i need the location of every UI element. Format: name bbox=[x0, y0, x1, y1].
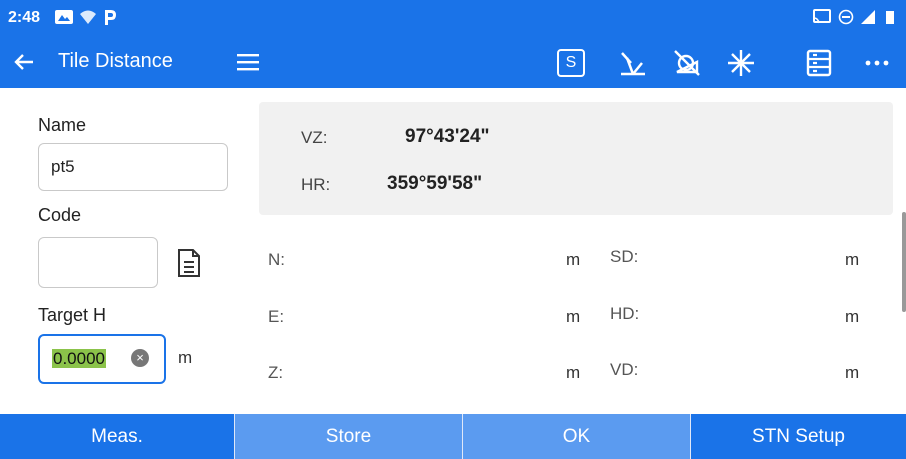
z-label: Z: bbox=[268, 363, 284, 382]
code-list-icon[interactable] bbox=[176, 248, 202, 278]
more-icon[interactable] bbox=[860, 46, 894, 80]
status-bar: 2:48 bbox=[0, 0, 906, 36]
dnd-icon bbox=[836, 8, 856, 26]
e-unit: m bbox=[566, 307, 581, 326]
clear-icon[interactable]: × bbox=[131, 349, 149, 367]
list-icon[interactable] bbox=[802, 46, 836, 80]
code-label: Code bbox=[38, 205, 82, 225]
battery-icon bbox=[884, 8, 896, 26]
hd-unit: m bbox=[845, 307, 860, 326]
z-unit: m bbox=[566, 363, 581, 382]
n-label: N: bbox=[268, 250, 285, 269]
vz-value: 97°43'24" bbox=[405, 126, 490, 147]
signal-icon bbox=[858, 8, 878, 26]
store-button[interactable]: Store bbox=[234, 414, 462, 459]
cast-icon bbox=[812, 8, 832, 26]
code-field[interactable] bbox=[38, 237, 158, 288]
target-icon[interactable] bbox=[670, 46, 704, 80]
s-mode-icon[interactable]: S bbox=[554, 46, 588, 80]
sd-unit: m bbox=[845, 250, 860, 269]
e-label: E: bbox=[268, 307, 285, 326]
vz-label: VZ: bbox=[301, 128, 328, 147]
n-unit: m bbox=[566, 250, 581, 269]
hr-value: 359°59'58" bbox=[387, 173, 483, 194]
back-arrow-icon[interactable] bbox=[8, 46, 40, 78]
bottom-action-bar: Meas. Store OK STN Setup bbox=[0, 414, 906, 459]
gallery-notification-icon bbox=[54, 8, 74, 26]
name-field[interactable]: pt5 bbox=[38, 143, 228, 191]
page-title: Tile Distance bbox=[58, 50, 173, 72]
wifi-icon bbox=[78, 8, 98, 26]
target-h-field[interactable]: 0.0000 × bbox=[38, 334, 166, 384]
stn-setup-button[interactable]: STN Setup bbox=[690, 414, 906, 459]
menu-icon[interactable] bbox=[234, 48, 262, 76]
prism-off-icon[interactable] bbox=[616, 46, 650, 80]
status-time: 2:48 bbox=[8, 9, 41, 26]
name-label: Name bbox=[38, 115, 87, 135]
name-value: pt5 bbox=[51, 157, 75, 176]
scroll-handle[interactable] bbox=[902, 212, 906, 312]
vd-unit: m bbox=[845, 363, 860, 382]
sd-label: SD: bbox=[610, 247, 639, 266]
hd-label: HD: bbox=[610, 304, 640, 323]
angle-panel: VZ: 97°43'24" HR: 359°59'58" bbox=[259, 102, 893, 215]
top-bar: 2:48 Tile Distance S bbox=[0, 0, 906, 88]
laser-icon[interactable] bbox=[724, 46, 758, 80]
target-h-label: Target H bbox=[38, 305, 107, 325]
hr-label: HR: bbox=[301, 175, 331, 194]
target-h-unit: m bbox=[178, 348, 193, 367]
meas-button[interactable]: Meas. bbox=[0, 414, 234, 459]
vd-label: VD: bbox=[610, 360, 639, 379]
s-mode-label: S bbox=[557, 49, 585, 77]
ok-button[interactable]: OK bbox=[462, 414, 690, 459]
p-app-icon bbox=[100, 8, 120, 26]
app-bar: Tile Distance S bbox=[0, 36, 906, 88]
target-h-value: 0.0000 bbox=[52, 349, 106, 368]
